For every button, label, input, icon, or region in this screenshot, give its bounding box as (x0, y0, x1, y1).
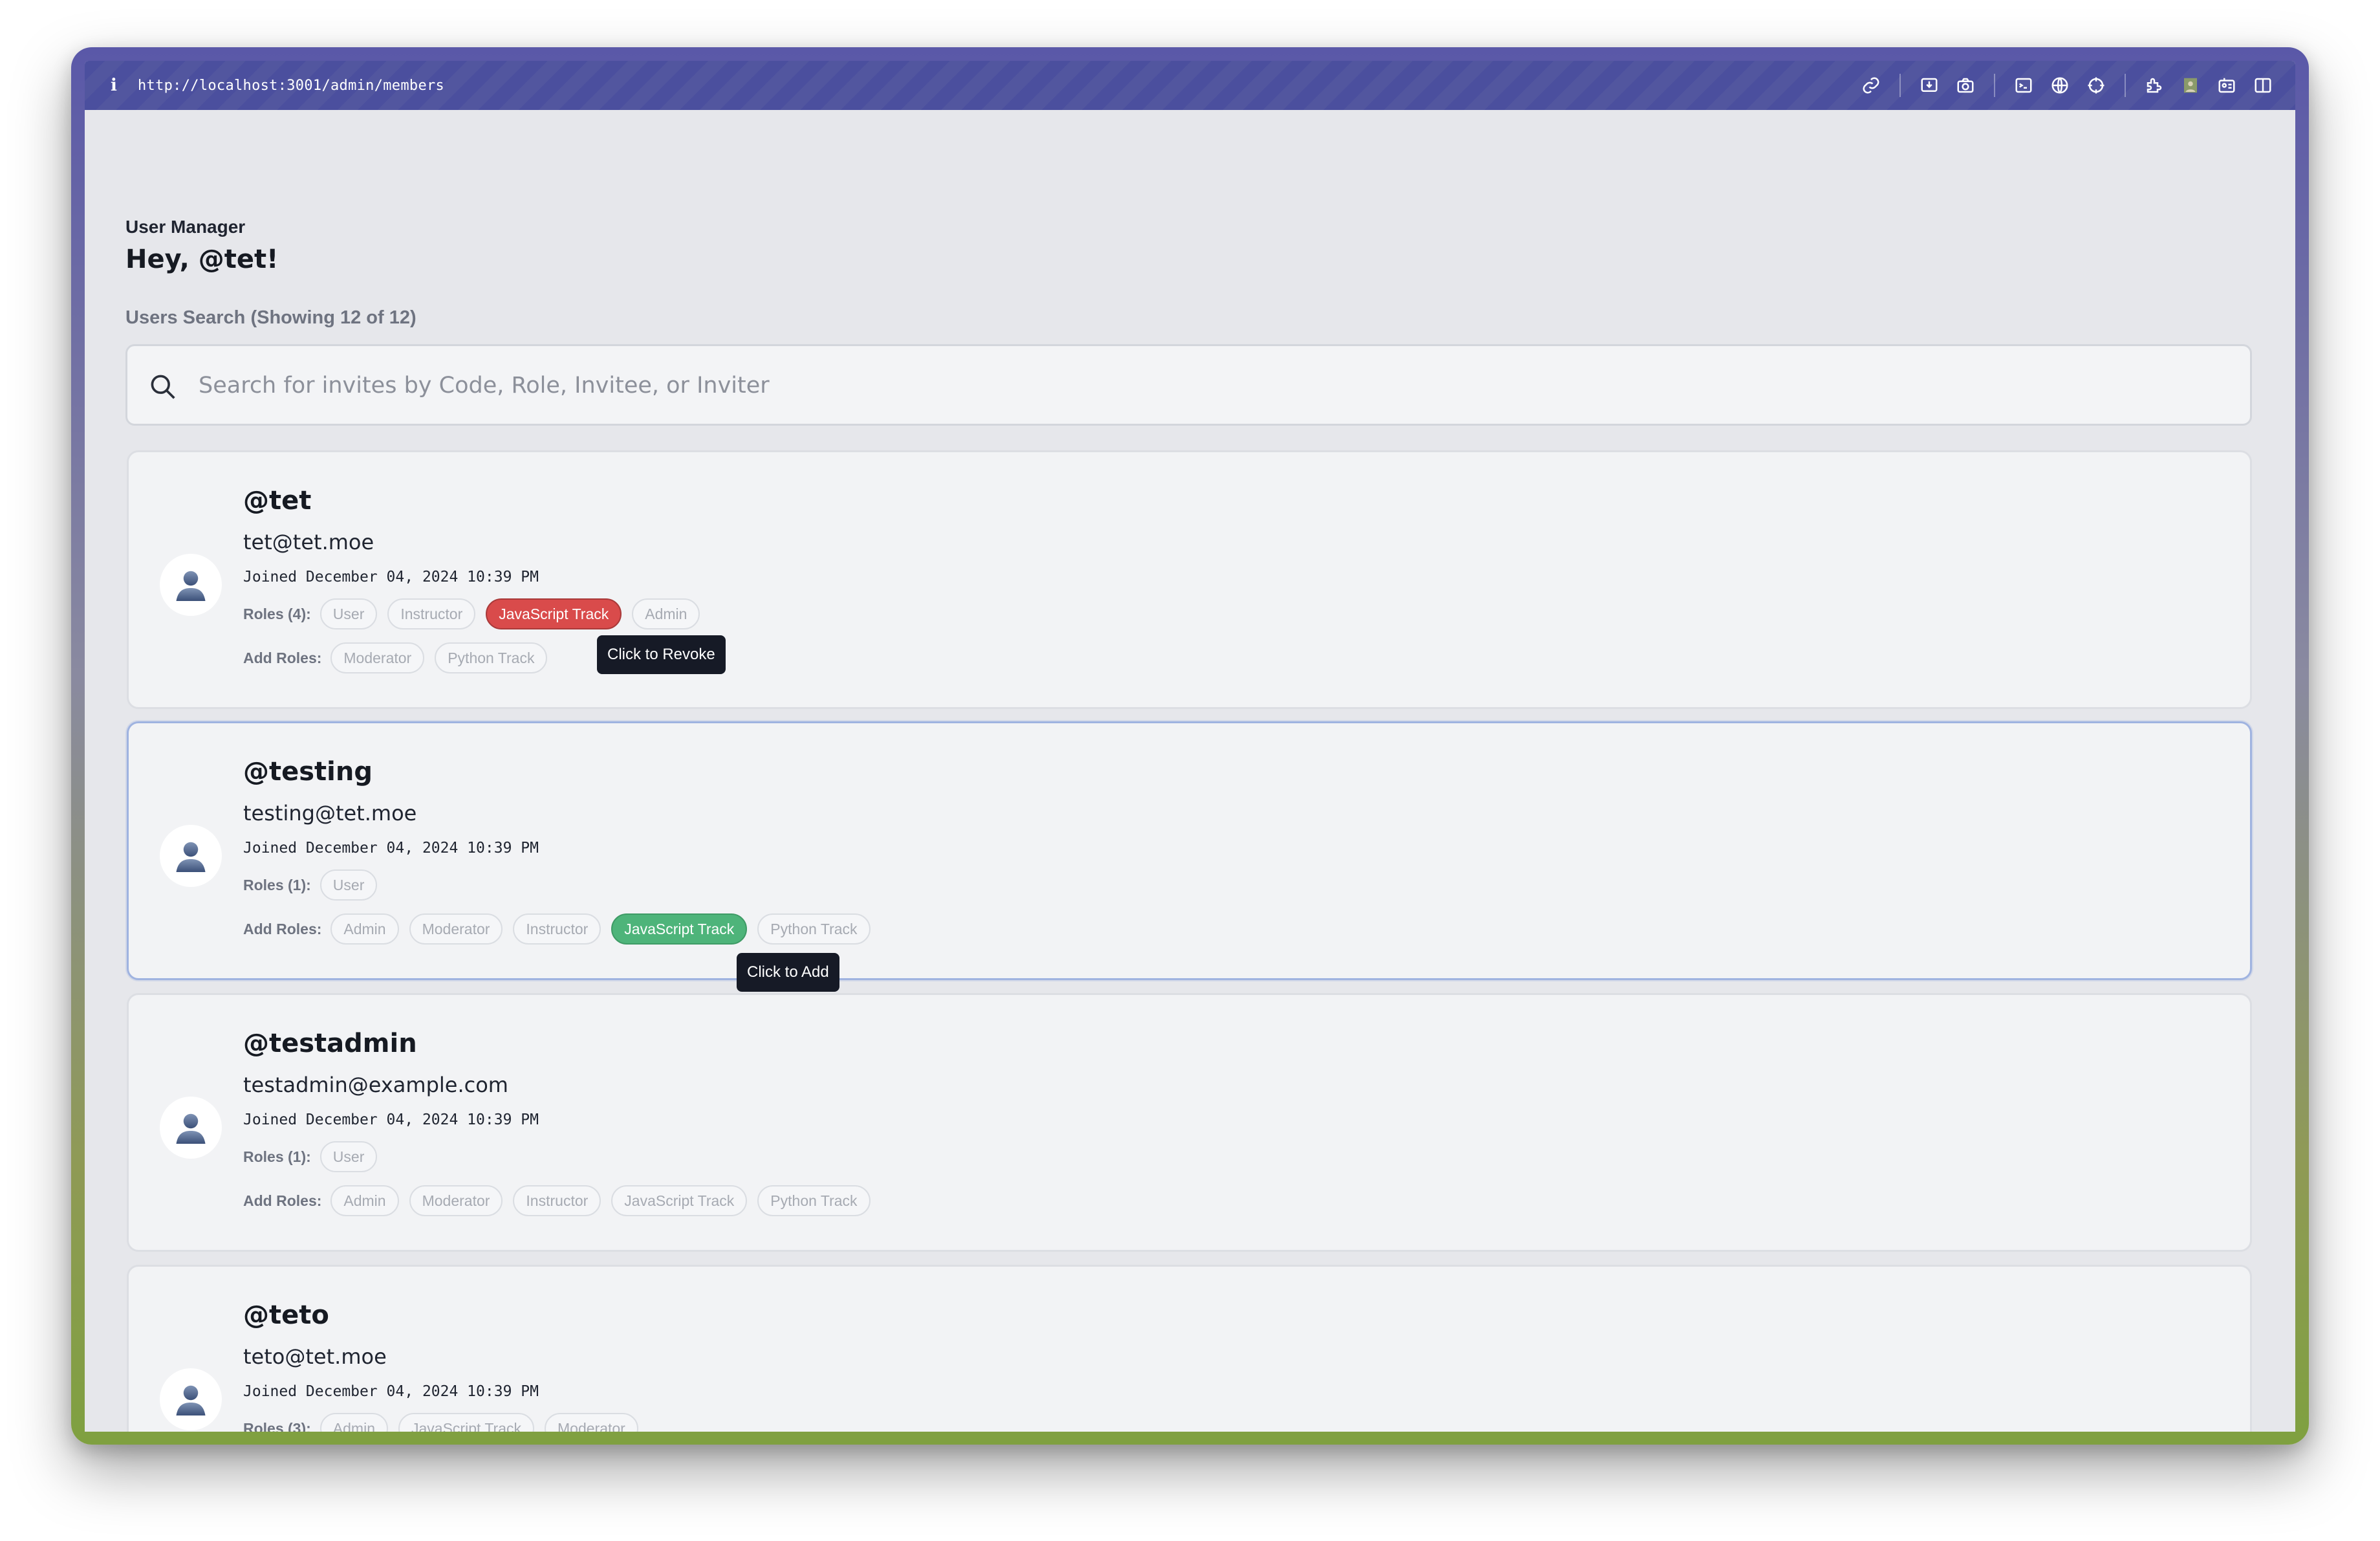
role-chip[interactable]: Moderator (545, 1413, 638, 1432)
roles-row: Roles (4): User Instructor JavaScript Track… (243, 598, 710, 629)
add-roles-row: Add Roles: Admin Moderator Instructor JavaSc… (243, 1185, 881, 1216)
joined-date: Joined December 04, 2024 10:39 PM (243, 569, 539, 585)
add-role-chip[interactable]: Instructor (513, 913, 601, 945)
role-chip[interactable]: User (319, 869, 378, 901)
sidebar-icon[interactable] (2245, 67, 2281, 104)
roles-label: Roles (4): (243, 605, 311, 622)
user-silhouette-icon (176, 571, 206, 601)
joined-date: Joined December 04, 2024 10:39 PM (243, 1111, 539, 1128)
user-email: testing@tet.moe (243, 801, 417, 825)
user-card: @testing testing@tet.moe Joined December 0… (127, 721, 2252, 980)
roles-row: Roles (1): User (243, 1141, 387, 1172)
search-input[interactable] (197, 359, 2205, 412)
roles-row: Roles (3): Admin JavaScript Track Moderator (243, 1413, 649, 1432)
browser-frame: i http://localhost:3001/admin/members Us… (71, 47, 2309, 1445)
add-tooltip: Click to Add (737, 953, 839, 992)
url-text[interactable]: http://localhost:3001/admin/members (138, 78, 444, 94)
roles-label: Roles (1): (243, 1148, 311, 1165)
roles-row: Roles (1): User (243, 869, 387, 901)
terminal-icon[interactable] (2006, 67, 2042, 104)
role-chip[interactable]: Admin (632, 598, 700, 629)
joined-date: Joined December 04, 2024 10:39 PM (243, 840, 539, 857)
toolbar-divider (2125, 74, 2126, 97)
info-icon[interactable]: i (104, 76, 124, 95)
extension-icon[interactable] (2136, 67, 2172, 104)
add-roles-row: Add Roles: Admin Moderator Instructor JavaSc… (243, 913, 881, 945)
role-chip[interactable]: Admin (319, 1413, 388, 1432)
browser-window: i http://localhost:3001/admin/members Us… (85, 61, 2295, 1432)
role-chip[interactable]: JavaScript Track (398, 1413, 534, 1432)
user-icon[interactable] (2172, 67, 2209, 104)
toolbar-divider (1899, 74, 1901, 97)
search-label: Users Search (Showing 12 of 12) (125, 307, 416, 328)
add-roles-row: Add Roles: Moderator Python Track (243, 642, 557, 673)
add-role-chip[interactable]: Moderator (409, 1185, 503, 1216)
username: @testing (243, 757, 373, 787)
add-role-chip[interactable]: Admin (330, 1185, 399, 1216)
add-role-chip[interactable]: JavaScript Track (611, 1185, 748, 1216)
add-role-chip[interactable]: Instructor (513, 1185, 601, 1216)
add-roles-label: Add Roles: (243, 920, 322, 937)
search-icon (151, 375, 175, 399)
username: @teto (243, 1300, 329, 1330)
role-chip[interactable]: Instructor (387, 598, 476, 629)
username: @tet (243, 486, 312, 516)
page-title: Hey, @tet! (125, 245, 279, 274)
user-silhouette-icon (176, 1113, 206, 1144)
avatar (160, 554, 222, 616)
user-email: teto@tet.moe (243, 1344, 387, 1369)
user-card: @testadmin testadmin@example.com Joined De… (127, 993, 2252, 1252)
user-card: @teto teto@tet.moe Joined December 04, 202… (127, 1265, 2252, 1432)
add-role-chip[interactable]: Python Track (435, 642, 548, 673)
role-chip[interactable]: JavaScript Track (486, 598, 622, 629)
screenshot-icon[interactable] (1911, 67, 1947, 104)
url-bar: i http://localhost:3001/admin/members (85, 61, 2295, 110)
joined-date: Joined December 04, 2024 10:39 PM (243, 1383, 539, 1400)
role-chip[interactable]: User (319, 598, 378, 629)
user-card: @tet tet@tet.moe Joined December 04, 2024 … (127, 450, 2252, 709)
id-card-icon[interactable] (2209, 67, 2245, 104)
add-role-chip[interactable]: Moderator (330, 642, 425, 673)
link-icon[interactable] (1853, 67, 1889, 104)
add-role-chip[interactable]: Python Track (757, 1185, 871, 1216)
username: @testadmin (243, 1029, 417, 1058)
add-roles-label: Add Roles: (243, 649, 322, 666)
add-roles-label: Add Roles: (243, 1192, 322, 1209)
camera-icon[interactable] (1947, 67, 1984, 104)
roles-label: Roles (1): (243, 876, 311, 893)
roles-label: Roles (3): (243, 1419, 311, 1432)
add-role-chip[interactable]: Moderator (409, 913, 503, 945)
role-chip[interactable]: User (319, 1141, 378, 1172)
add-role-chip[interactable]: Admin (330, 913, 399, 945)
browser-toolbar (1853, 61, 2281, 110)
user-silhouette-icon (176, 842, 206, 872)
revoke-tooltip: Click to Revoke (597, 635, 726, 674)
user-email: tet@tet.moe (243, 530, 374, 554)
crosshair-icon[interactable] (2078, 67, 2114, 104)
user-silhouette-icon (176, 1385, 206, 1415)
search-box[interactable] (125, 344, 2252, 426)
add-role-chip[interactable]: Python Track (757, 913, 871, 945)
avatar (160, 1368, 222, 1430)
add-role-chip[interactable]: JavaScript Track (611, 913, 748, 945)
user-email: testadmin@example.com (243, 1073, 508, 1097)
toolbar-divider (1994, 74, 1995, 97)
avatar (160, 825, 222, 887)
globe-icon[interactable] (2042, 67, 2078, 104)
page-eyebrow: User Manager (125, 217, 246, 237)
avatar (160, 1097, 222, 1159)
